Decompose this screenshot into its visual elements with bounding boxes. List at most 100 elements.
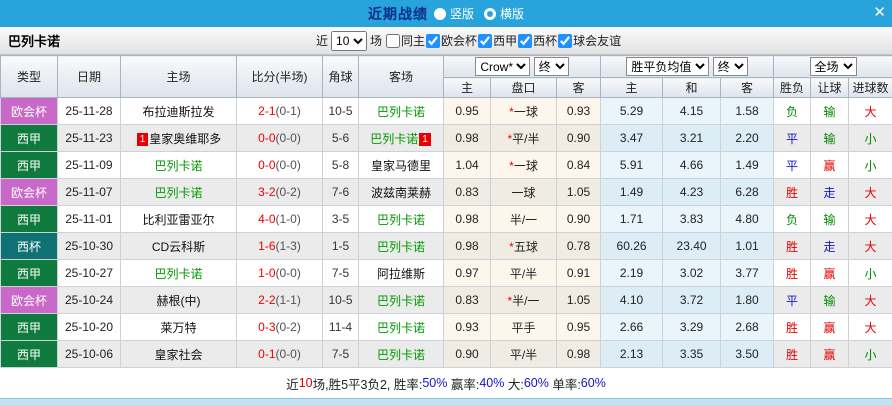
team-name-text[interactable]: 比利亚雷亚尔 xyxy=(142,213,214,227)
avg-odds-select[interactable]: 胜平负均值 xyxy=(626,57,710,76)
away-team[interactable]: 巴列卡诺 xyxy=(358,286,444,314)
home-team[interactable]: CD云科斯 xyxy=(120,232,237,260)
handicap-result-cell: 赢 xyxy=(810,151,850,179)
match-date: 25-11-09 xyxy=(57,151,121,179)
away-team[interactable]: 皇家马德里 xyxy=(358,151,444,179)
handicap-line: 一球 xyxy=(490,178,557,206)
goals-result-cell: 大 xyxy=(848,286,892,314)
table-row: 西甲 25-11-09 巴列卡诺 0-0(0-0) 5-8 皇家马德里 1.04… xyxy=(0,151,892,179)
red-card-badge: 1 xyxy=(419,132,431,146)
team-name-text[interactable]: CD云科斯 xyxy=(152,240,205,254)
league-type-badge: 欧会杯 xyxy=(0,178,58,206)
league-type-badge: 西甲 xyxy=(0,151,58,179)
radio-icon[interactable] xyxy=(433,7,446,20)
team-name-text[interactable]: 巴列卡诺 xyxy=(370,132,418,146)
home-team[interactable]: 巴列卡诺 xyxy=(120,151,237,179)
avg-away-odds: 2.20 xyxy=(720,124,775,152)
handicap-line: *一球 xyxy=(490,151,557,179)
filter-checkbox-4[interactable] xyxy=(558,33,573,48)
team-name-text[interactable]: 莱万特 xyxy=(160,321,196,335)
team-name-text[interactable]: 巴列卡诺 xyxy=(377,321,425,335)
away-team[interactable]: 波兹南莱赫 xyxy=(358,178,444,206)
handicap-line: *一球 xyxy=(490,97,557,125)
col-header-away: 客场 xyxy=(358,55,444,98)
games-count-select[interactable]: 10 xyxy=(331,30,368,51)
team-name-text[interactable]: 布拉迪斯拉发 xyxy=(142,105,214,119)
result-cell: 负 xyxy=(773,97,812,125)
goals-result-cell: 大 xyxy=(848,178,892,206)
avg-away-odds: 3.50 xyxy=(720,340,775,368)
team-name-text[interactable]: 巴列卡诺 xyxy=(377,294,425,308)
away-team[interactable]: 阿拉维斯 xyxy=(358,259,444,287)
home-team[interactable]: 巴列卡诺 xyxy=(120,178,237,206)
crow-home-odds: 0.83 xyxy=(443,286,491,314)
away-team[interactable]: 巴列卡诺 1 xyxy=(358,124,444,152)
team-name-text[interactable]: 巴列卡诺 xyxy=(377,348,425,362)
filter-checkbox-2[interactable] xyxy=(478,33,493,48)
layout-radio-horizontal[interactable]: 横版 xyxy=(484,5,524,22)
close-icon[interactable]: ✕ xyxy=(873,4,886,22)
crow-away-odds: 1.05 xyxy=(555,178,602,206)
avg-home-odds: 2.19 xyxy=(600,259,664,287)
goals-result-cell: 大 xyxy=(848,97,892,125)
league-type-badge: 欧会杯 xyxy=(0,286,58,314)
handicap-result-cell: 走 xyxy=(810,232,850,260)
team-name-text[interactable]: 赫根(中) xyxy=(157,294,201,308)
subheader-handicap: 盘口 xyxy=(490,77,557,98)
handicap-line: *平/半 xyxy=(490,124,557,152)
subheader-goals: 进球数 xyxy=(848,77,892,98)
summary-segment: 10 xyxy=(298,376,313,390)
filter-checkbox-0[interactable] xyxy=(386,33,401,48)
team-name-text[interactable]: 阿拉维斯 xyxy=(377,267,425,281)
home-team[interactable]: 布拉迪斯拉发 xyxy=(120,97,237,125)
away-team[interactable]: 巴列卡诺 xyxy=(358,205,444,233)
team-name-text[interactable]: 波兹南莱赫 xyxy=(371,186,431,200)
score-cell: 2-1(0-1) xyxy=(236,97,323,125)
handicap-line: *五球 xyxy=(490,232,557,260)
league-type-badge: 西甲 xyxy=(0,124,58,152)
away-team[interactable]: 巴列卡诺 xyxy=(358,340,444,368)
home-team[interactable]: 比利亚雷亚尔 xyxy=(120,205,237,233)
team-name-text[interactable]: 巴列卡诺 xyxy=(377,213,425,227)
team-name-text[interactable]: 巴列卡诺 xyxy=(154,267,202,281)
team-name-text[interactable]: 巴列卡诺 xyxy=(154,186,202,200)
home-team[interactable]: 莱万特 xyxy=(120,313,237,341)
team-name-text[interactable]: 巴列卡诺 xyxy=(154,159,202,173)
avg-draw-odds: 3.72 xyxy=(662,286,722,314)
league-type-badge: 西甲 xyxy=(0,313,58,341)
handicap-result-cell: 输 xyxy=(810,286,850,314)
team-name-text[interactable]: 巴列卡诺 xyxy=(377,240,425,254)
result-group-header: 全场 xyxy=(773,55,892,78)
subheader-crow-away: 客 xyxy=(555,77,602,98)
match-date: 25-11-01 xyxy=(57,205,121,233)
bookmaker-select[interactable]: Crow* xyxy=(475,57,531,76)
away-team[interactable]: 巴列卡诺 xyxy=(358,313,444,341)
goals-result-cell: 大 xyxy=(848,232,892,260)
team-name-text[interactable]: 巴列卡诺 xyxy=(377,105,425,119)
filter-checkbox-label: 欧会杯 xyxy=(441,34,478,48)
avg-away-odds: 2.68 xyxy=(720,313,775,341)
layout-radio-vertical[interactable]: 竖版 xyxy=(433,5,474,22)
home-team[interactable]: 赫根(中) xyxy=(120,286,237,314)
avg-home-odds: 3.47 xyxy=(600,124,664,152)
odds-stage-select[interactable]: 终 xyxy=(533,57,569,76)
home-team[interactable]: 巴列卡诺 xyxy=(120,259,237,287)
avg-draw-odds: 3.83 xyxy=(662,205,722,233)
crow-home-odds: 1.04 xyxy=(443,151,491,179)
filter-checkbox-3[interactable] xyxy=(518,33,533,48)
league-type-badge: 西甲 xyxy=(0,340,58,368)
home-team[interactable]: 皇家社会 xyxy=(120,340,237,368)
team-name-text[interactable]: 皇家社会 xyxy=(154,348,202,362)
games-label: 场 xyxy=(370,34,383,48)
avg-stage-select[interactable]: 终 xyxy=(712,57,748,76)
away-team[interactable]: 巴列卡诺 xyxy=(358,97,444,125)
scope-select[interactable]: 全场 xyxy=(809,57,857,76)
away-team[interactable]: 巴列卡诺 xyxy=(358,232,444,260)
filter-checkbox-1[interactable] xyxy=(426,33,441,48)
radio-icon[interactable] xyxy=(484,7,496,20)
crow-away-odds: 0.98 xyxy=(555,340,602,368)
team-name-text[interactable]: 皇家马德里 xyxy=(371,159,431,173)
filter-checkbox-label: 球会友谊 xyxy=(573,34,622,48)
team-name-text[interactable]: 皇家奥维耶多 xyxy=(149,132,221,146)
home-team[interactable]: 1 皇家奥维耶多 xyxy=(120,124,237,152)
